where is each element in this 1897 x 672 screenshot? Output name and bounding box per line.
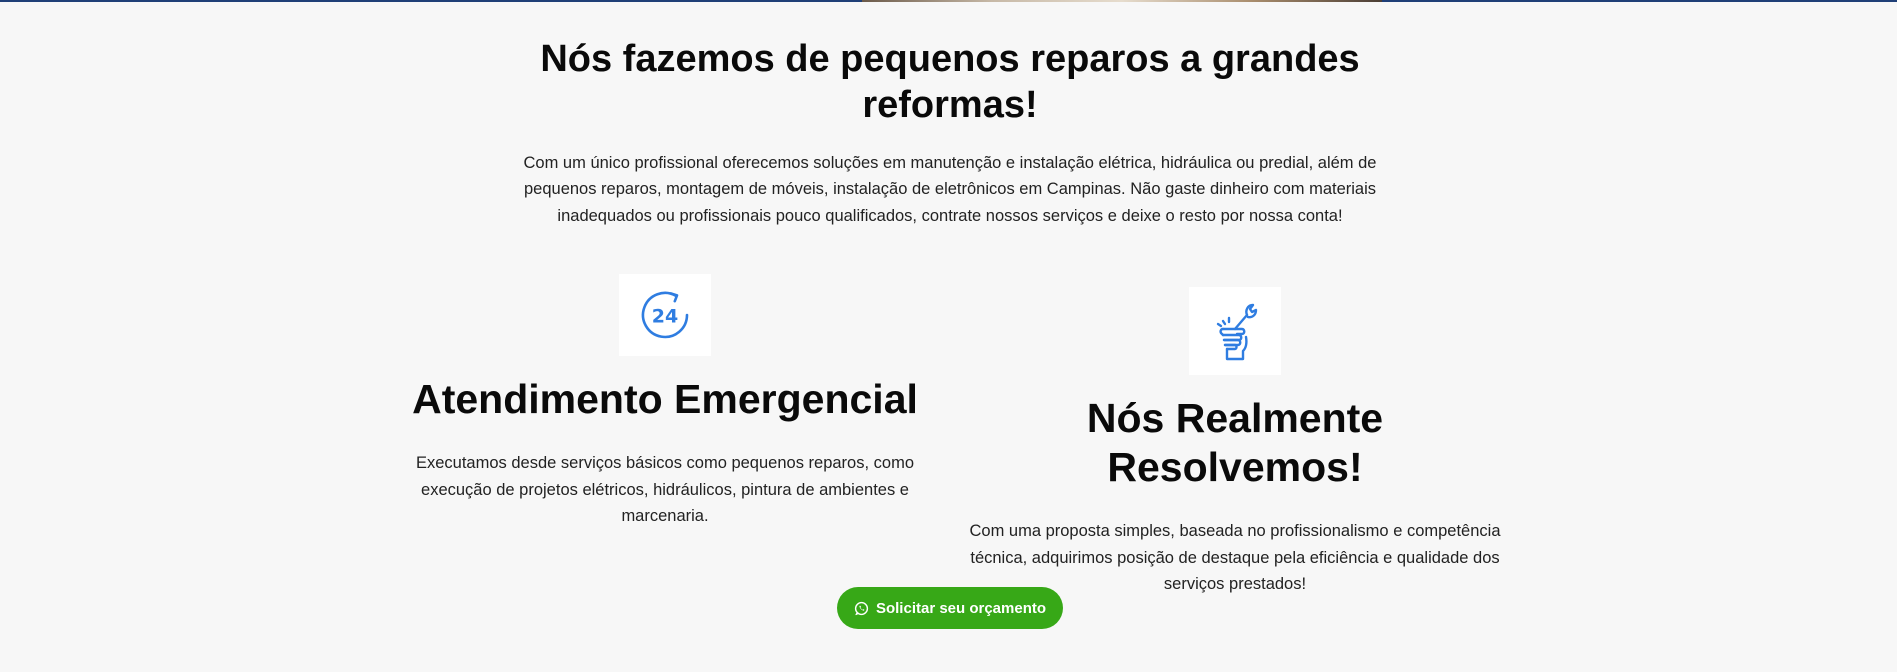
feature-title: Nós Realmente Resolvemos! bbox=[1086, 395, 1384, 491]
request-quote-label: Solicitar seu orçamento bbox=[875, 599, 1047, 617]
feature-emergency: 24 Atendimento Emergencial Executamos de… bbox=[400, 274, 930, 529]
hero-image-edge bbox=[862, 0, 1382, 2]
intro-paragraph: Com um único profissional oferecemos sol… bbox=[523, 154, 1377, 225]
clock-24-icon: 24 bbox=[619, 274, 711, 356]
feature-description: Com uma proposta simples, baseada no pro… bbox=[969, 522, 1501, 594]
feature-description: Executamos desde serviços básicos como p… bbox=[415, 454, 914, 525]
hand-wrench-icon bbox=[1189, 287, 1281, 375]
whatsapp-icon bbox=[854, 601, 869, 616]
clock-24-label: 24 bbox=[652, 306, 678, 328]
page-title: Nós fazemos de pequenos reparos a grande… bbox=[540, 38, 1360, 127]
feature-we-solve: Nós Realmente Resolvemos! Com uma propos… bbox=[960, 287, 1510, 598]
request-quote-button[interactable]: Solicitar seu orçamento bbox=[837, 587, 1063, 629]
feature-title: Atendimento Emergencial bbox=[412, 376, 918, 422]
